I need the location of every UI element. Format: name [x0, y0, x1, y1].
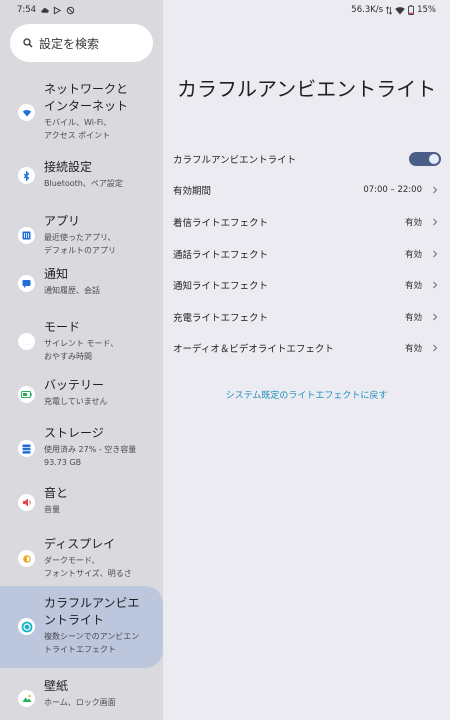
- row-label: 充電ライトエフェクト: [173, 312, 269, 324]
- sidebar-item-ambient-light[interactable]: カラフルアンビエ ントライト 複数シーンでのアンビエン トライトエフェクト: [0, 586, 163, 668]
- speaker-icon: [18, 494, 35, 511]
- search-placeholder: 設定を検索: [39, 36, 100, 51]
- sidebar-item-sublabel: 通知履歴、会話: [44, 286, 100, 295]
- main-panel: 56.3K/s 15% カラフルアンビエントライト カラフルアンビエントライト …: [163, 0, 450, 720]
- sidebar-item-sublabel: 音量: [44, 505, 60, 514]
- search-icon: [23, 38, 33, 48]
- status-bar-left: 7:54: [17, 3, 75, 17]
- apps-icon: [18, 227, 35, 244]
- sidebar-item-modes[interactable]: モード サイレント モード、 おやすみ時間: [0, 308, 163, 368]
- sidebar-item-sublabel: 最近使ったアプリ、 デフォルトのアプリ: [44, 233, 116, 255]
- row-label: カラフルアンビエントライト: [173, 154, 297, 166]
- sidebar-item-sublabel: 使用済み 27% - 空き容量 93.73 GB: [44, 445, 137, 467]
- sidebar-item-label: ネットワークと インターネット: [44, 82, 129, 113]
- sidebar-item-label: ストレージ: [44, 426, 104, 440]
- chevron-right-icon: [433, 250, 438, 257]
- network-speed: 56.3K/s: [351, 5, 384, 15]
- wallpaper-icon: [18, 690, 35, 707]
- sidebar-item-sublabel: ホーム、ロック画面: [44, 698, 116, 707]
- reset-default-light-link[interactable]: システム既定のライトエフェクトに戻す: [163, 388, 450, 401]
- sidebar-item-label: 接続設定: [44, 160, 93, 174]
- row-label: 通知ライトエフェクト: [173, 281, 269, 293]
- chevron-right-icon: [433, 345, 438, 352]
- row-value: 07:00 – 22:00: [363, 185, 422, 196]
- sidebar-item-sublabel: サイレント モード、 おやすみ時間: [44, 339, 119, 361]
- battery-icon: [18, 386, 35, 403]
- ambient-light-switch[interactable]: [409, 151, 441, 166]
- sidebar-item-label: モード: [44, 320, 81, 334]
- battery-percent: 15%: [417, 5, 436, 15]
- data-transfer-icon: [386, 5, 393, 15]
- ambient-light-toggle-row[interactable]: カラフルアンビエントライト: [163, 143, 450, 175]
- incoming-call-light-row[interactable]: 着信ライトエフェクト 有効: [163, 206, 450, 238]
- moon-icon: [18, 333, 35, 350]
- sidebar-item-battery[interactable]: バッテリー 充電していません: [0, 368, 163, 418]
- row-value: 有効: [404, 344, 422, 355]
- cloud-icon: [41, 7, 49, 13]
- wifi-icon: [18, 104, 35, 121]
- sidebar-item-label: カラフルアンビエ ントライト: [44, 596, 140, 627]
- row-value: 有効: [404, 312, 422, 323]
- call-light-row[interactable]: 通話ライトエフェクト 有効: [163, 238, 450, 270]
- sidebar-item-label: 通知: [44, 267, 69, 281]
- sidebar-item-sublabel: ダークモード、 フォントサイズ、明るさ: [44, 556, 132, 578]
- sidebar-item-wallpaper[interactable]: 壁紙 ホーム、ロック画面: [0, 668, 163, 718]
- row-value: 有効: [404, 217, 422, 228]
- search-bar[interactable]: 設定を検索: [10, 24, 153, 62]
- sidebar-item-sound[interactable]: 音と 音量: [0, 478, 163, 528]
- status-bar-right: 56.3K/s 15%: [351, 3, 436, 17]
- sidebar-item-sublabel: モバイル、Wi-Fi、 アクセス ポイント: [44, 118, 112, 140]
- sidebar-item-label: アプリ: [44, 214, 81, 228]
- settings-nav: ネットワークと インターネット モバイル、Wi-Fi、 アクセス ポイント 接続…: [0, 74, 163, 718]
- row-label: 通話ライトエフェクト: [173, 249, 269, 261]
- sidebar-item-sublabel: 複数シーンでのアンビエン トライトエフェクト: [44, 632, 140, 654]
- ambient-light-icon: [18, 618, 35, 635]
- sidebar: 7:54 設定を検索 ネットワークと インターネット モバイル、Wi-Fi、 ア…: [0, 0, 163, 720]
- sidebar-item-network[interactable]: ネットワークと インターネット モバイル、Wi-Fi、 アクセス ポイント: [0, 74, 163, 146]
- sidebar-item-label: バッテリー: [44, 378, 105, 392]
- sidebar-item-sublabel: Bluetooth、ペア設定: [44, 179, 123, 188]
- status-time: 7:54: [17, 5, 37, 15]
- row-label: オーディオ＆ビデオライトエフェクト: [173, 344, 334, 356]
- audio-video-light-row[interactable]: オーディオ＆ビデオライトエフェクト 有効: [163, 333, 450, 365]
- sidebar-item-label: ディスプレイ: [44, 537, 116, 551]
- dnd-icon: [66, 6, 75, 14]
- page-title: カラフルアンビエントライト: [177, 77, 437, 101]
- bluetooth-icon: [18, 167, 35, 184]
- notification-icon: [18, 275, 35, 292]
- sidebar-item-label: 壁紙: [44, 679, 69, 693]
- sidebar-item-label: 音と: [44, 486, 69, 500]
- sidebar-item-display[interactable]: ディスプレイ ダークモード、 フォントサイズ、明るさ: [0, 528, 163, 586]
- chevron-right-icon: [433, 187, 438, 194]
- notification-light-row[interactable]: 通知ライトエフェクト 有効: [163, 269, 450, 301]
- chevron-right-icon: [433, 313, 438, 321]
- storage-icon: [18, 440, 35, 457]
- switch-knob: [429, 153, 439, 164]
- sidebar-item-sublabel: 充電していません: [44, 397, 108, 406]
- sidebar-item-connected-devices[interactable]: 接続設定 Bluetooth、ペア設定: [0, 146, 163, 201]
- wifi-signal-icon: [395, 6, 405, 14]
- chevron-right-icon: [433, 218, 438, 226]
- chevron-right-icon: [433, 281, 438, 289]
- active-period-row[interactable]: 有効期間 07:00 – 22:00: [163, 175, 450, 207]
- row-value: 有効: [404, 281, 422, 292]
- charging-light-row[interactable]: 充電ライトエフェクト 有効: [163, 301, 450, 333]
- row-label: 着信ライトエフェクト: [173, 217, 269, 229]
- row-value: 有効: [404, 249, 422, 260]
- sidebar-item-notifications[interactable]: 通知 通知履歴、会話: [0, 258, 163, 308]
- media-icon: [53, 6, 62, 14]
- settings-list: カラフルアンビエントライト 有効期間 07:00 – 22:00 着信ライトエフ…: [163, 143, 450, 364]
- battery-status-icon: [408, 5, 415, 15]
- row-label: 有効期間: [173, 186, 212, 198]
- brightness-icon: [18, 550, 35, 567]
- sidebar-item-apps[interactable]: アプリ 最近使ったアプリ、 デフォルトのアプリ: [0, 201, 163, 258]
- sidebar-item-storage[interactable]: ストレージ 使用済み 27% - 空き容量 93.73 GB: [0, 418, 163, 478]
